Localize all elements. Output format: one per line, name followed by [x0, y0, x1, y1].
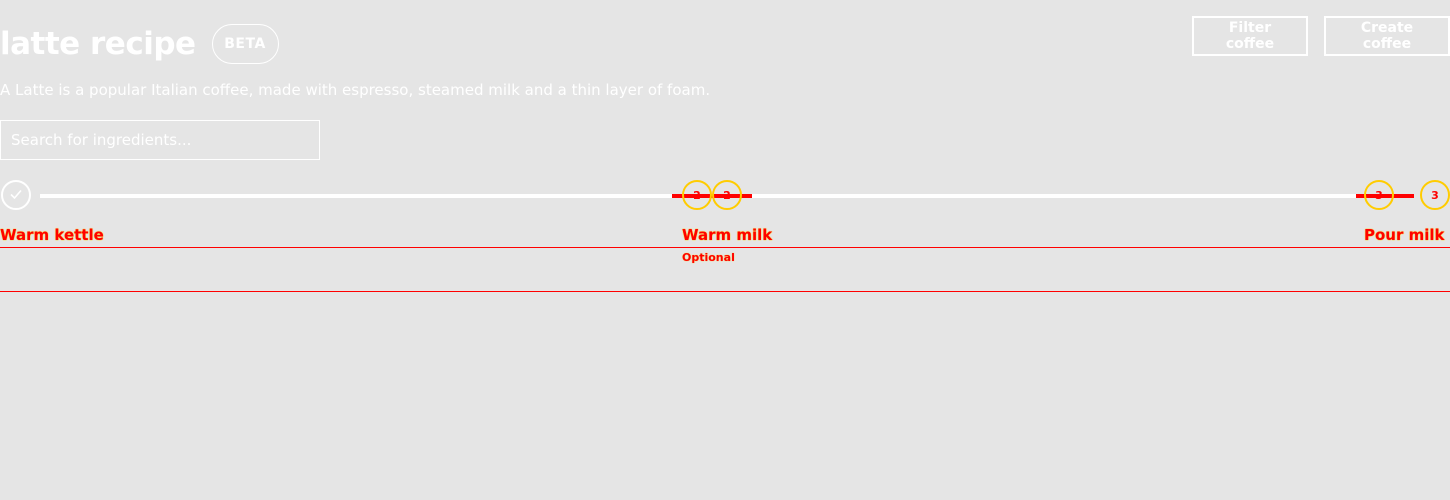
recipe-stepper: Warm kettle 2 2 Warm milk Optional 3 3 P… [0, 180, 1450, 300]
divider-top [0, 247, 1450, 248]
recipe-description: A Latte is a popular Italian coffee, mad… [0, 81, 711, 99]
check-icon [9, 187, 23, 204]
step-2-label: Warm milk [682, 226, 773, 244]
page-header: latte recipe BETA [0, 14, 279, 74]
step-2-node-duplicate: 2 [712, 180, 742, 210]
step-connector [752, 194, 1356, 198]
page-title: latte recipe [0, 26, 196, 62]
step-2-optional-label: Optional [682, 251, 735, 264]
divider-bottom [0, 291, 1450, 292]
step-3-label: Pour milk [1364, 226, 1445, 244]
create-coffee-button[interactable]: Create coffee [1324, 16, 1450, 56]
beta-badge: BETA [211, 24, 279, 64]
step-3-node[interactable]: 3 [1364, 180, 1394, 210]
step-1-node[interactable] [1, 180, 31, 210]
ingredient-search-input[interactable] [0, 120, 320, 160]
step-1-label: Warm kettle [0, 226, 104, 244]
step-3-node-duplicate: 3 [1420, 180, 1450, 210]
step-2-node[interactable]: 2 [682, 180, 712, 210]
step-connector [40, 194, 678, 198]
header-actions: Filter coffee Create coffee [1192, 16, 1450, 56]
filter-coffee-button[interactable]: Filter coffee [1192, 16, 1308, 56]
